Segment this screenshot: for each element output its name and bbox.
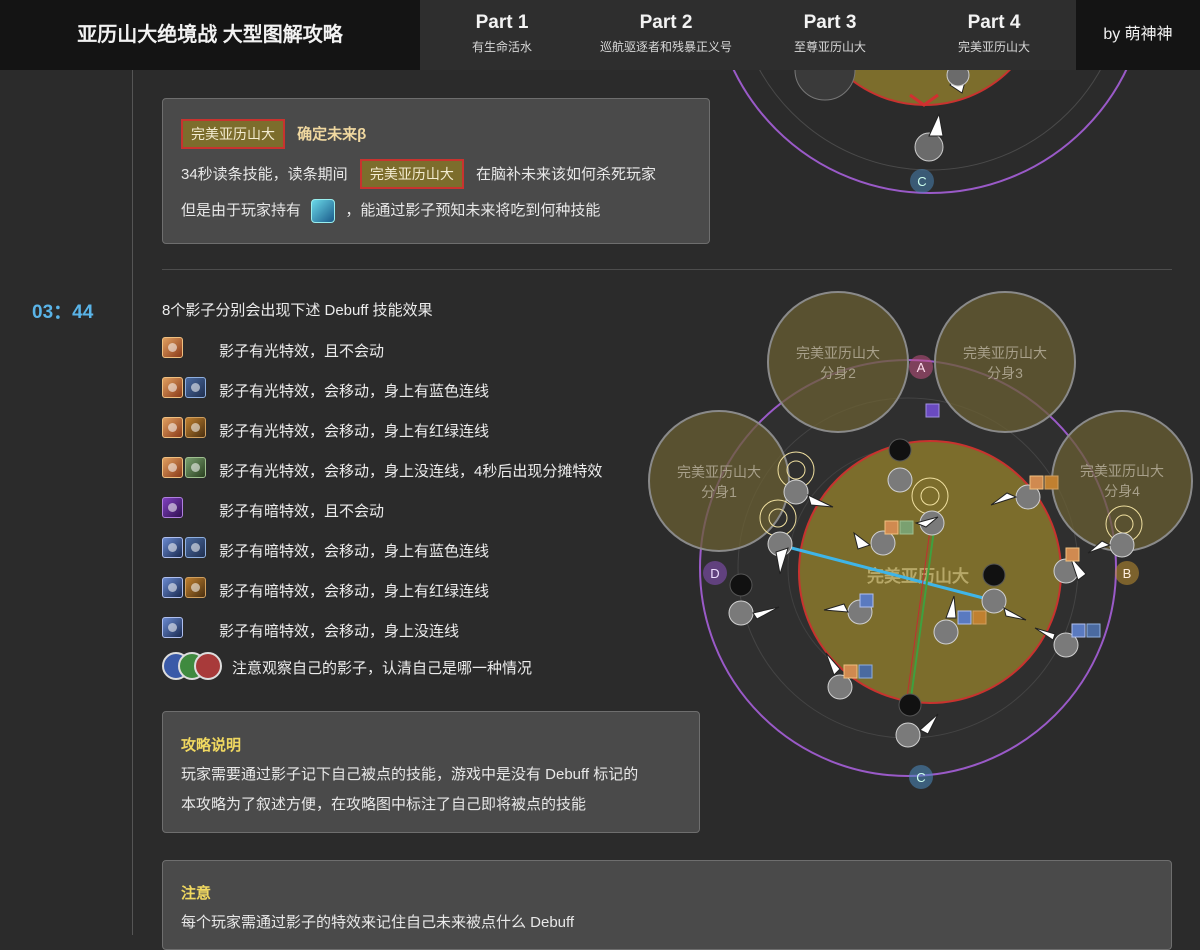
svg-text:D: D <box>710 566 719 581</box>
waymark-a: A <box>909 355 933 379</box>
clone-4: 完美亚历山大分身4 <box>1051 410 1193 552</box>
crystal-buff-icon <box>311 199 336 224</box>
debuff-icon <box>162 457 183 478</box>
tab-part-1-title: Part 1 <box>475 12 529 33</box>
tab-part-3[interactable]: Part 3 至尊亚历山大 <box>748 0 912 70</box>
skill-name: 确定未来β <box>297 126 367 143</box>
clone-2: 完美亚历山大分身2 <box>767 291 909 433</box>
svg-text:C: C <box>916 770 925 785</box>
section-divider <box>162 269 1172 270</box>
tab-part-3-title: Part 3 <box>803 12 857 33</box>
part-nav: Part 1 有生命活水 Part 2 巡航驱逐者和残暴正义号 Part 3 至… <box>420 0 1076 70</box>
tab-part-2[interactable]: Part 2 巡航驱逐者和残暴正义号 <box>584 0 748 70</box>
guide-line-2: 本攻略为了叙述方便，在攻略图中标注了自己即将被点的技能 <box>181 796 587 813</box>
waymark-c: C <box>909 765 933 789</box>
debuff-row-text: 影子有光特效，且不会动 <box>219 343 385 360</box>
debuff-icon <box>162 537 183 558</box>
debuff-row-text: 影子有暗特效，会移动，身上有蓝色连线 <box>219 543 490 560</box>
tab-part-1[interactable]: Part 1 有生命活水 <box>420 0 584 70</box>
skill-line1-before: 34秒读条技能，读条期间 <box>181 166 348 183</box>
direction-arrow <box>928 112 944 137</box>
clone-3: 完美亚历山大分身3 <box>934 291 1076 433</box>
skill-description-box: 完美亚历山大 确定未来β 34秒读条技能，读条期间 完美亚历山大 在脑补未来该如… <box>162 98 710 244</box>
timeline-time: 03：44 <box>32 302 94 323</box>
debuff-icon <box>185 457 206 478</box>
tab-part-4-subtitle: 完美亚历山大 <box>957 40 1030 54</box>
debuff-icon <box>162 377 183 398</box>
debuff-icon <box>162 617 183 638</box>
note-box: 注意 每个玩家需通过影子的特效来记住自己未来被点什么 Debuff <box>162 860 1172 950</box>
skill-line2-before: 但是由于玩家持有 <box>181 202 302 219</box>
tab-part-4-title: Part 4 <box>967 12 1021 33</box>
clone-1: 完美亚历山大分身1 <box>648 410 790 552</box>
debuff-icon <box>162 497 183 518</box>
player-shadow <box>914 132 944 162</box>
waymark-d: D <box>703 561 727 585</box>
svg-text:A: A <box>917 360 926 375</box>
guide-title: 攻略说明 <box>181 737 242 754</box>
debuff-icon <box>162 577 183 598</box>
debuff-row-text: 影子有暗特效，会移动，身上有红绿连线 <box>219 583 490 600</box>
tab-part-2-subtitle: 巡航驱逐者和残暴正义号 <box>599 40 732 54</box>
debuff-list-header: 8个影子分别会出现下述 Debuff 技能效果 <box>162 302 433 319</box>
debuff-row-text: 影子有暗特效，会移动，身上没连线 <box>219 623 460 640</box>
dps-role-icon <box>194 652 222 680</box>
timeline-line <box>132 70 133 935</box>
debuff-row-text: 影子有光特效，会移动，身上有蓝色连线 <box>219 383 490 400</box>
debuff-row-text: 影子有光特效，会移动，身上有红绿连线 <box>219 423 490 440</box>
boss-tag-inline: 完美亚历山大 <box>359 159 464 189</box>
debuff-icon <box>162 337 183 358</box>
tab-part-4[interactable]: Part 4 完美亚历山大 <box>912 0 1076 70</box>
debuff-icon <box>185 537 206 558</box>
site-title[interactable]: 亚历山大绝境战 大型图解攻略 <box>0 0 420 70</box>
debuff-icon <box>185 417 206 438</box>
tab-part-1-subtitle: 有生命活水 <box>471 40 532 54</box>
skill-line1-after: 在脑补未来该如何杀死玩家 <box>476 166 657 183</box>
debuff-row-text: 影子有暗特效，且不会动 <box>219 503 385 520</box>
waymark-b: B <box>1115 561 1139 585</box>
tab-part-3-subtitle: 至尊亚历山大 <box>793 40 866 54</box>
debuff-icon <box>185 377 206 398</box>
guide-line-1: 玩家需要通过影子记下自己被点的技能，游戏中是没有 Debuff 标记的 <box>181 766 639 783</box>
author-credit[interactable]: by 萌神神 <box>1076 0 1200 70</box>
boss-label: 完美亚历山大 <box>867 566 969 586</box>
top-navbar: 亚历山大绝境战 大型图解攻略 Part 1 有生命活水 Part 2 巡航驱逐者… <box>0 0 1200 70</box>
waymark-c-label: C <box>917 174 926 189</box>
debuff-row-text: 影子有光特效，会移动，身上没连线，4秒后出现分摊特效 <box>219 463 603 480</box>
note-line-1: 每个玩家需通过影子的特效来记住自己未来被点什么 Debuff <box>181 914 575 931</box>
guide-box: 攻略说明 玩家需要通过影子记下自己被点的技能，游戏中是没有 Debuff 标记的… <box>162 711 700 833</box>
tab-part-2-title: Part 2 <box>639 12 693 33</box>
skill-line2-after: ，能通过影子预知未来将吃到何种技能 <box>345 202 601 219</box>
debuff-icon <box>162 417 183 438</box>
debuff-icon <box>185 577 206 598</box>
boss-tag: 完美亚历山大 <box>181 119 285 149</box>
role-note-text: 注意观察自己的影子，认清自己是哪一种情况 <box>232 660 533 677</box>
arena-diagram-main: 完美亚历山大 完美亚历山大分身1 完美亚历山大分身2 完美亚历山大分身3 完美亚… <box>648 291 1193 789</box>
svg-text:B: B <box>1123 566 1132 581</box>
note-title: 注意 <box>181 885 212 902</box>
